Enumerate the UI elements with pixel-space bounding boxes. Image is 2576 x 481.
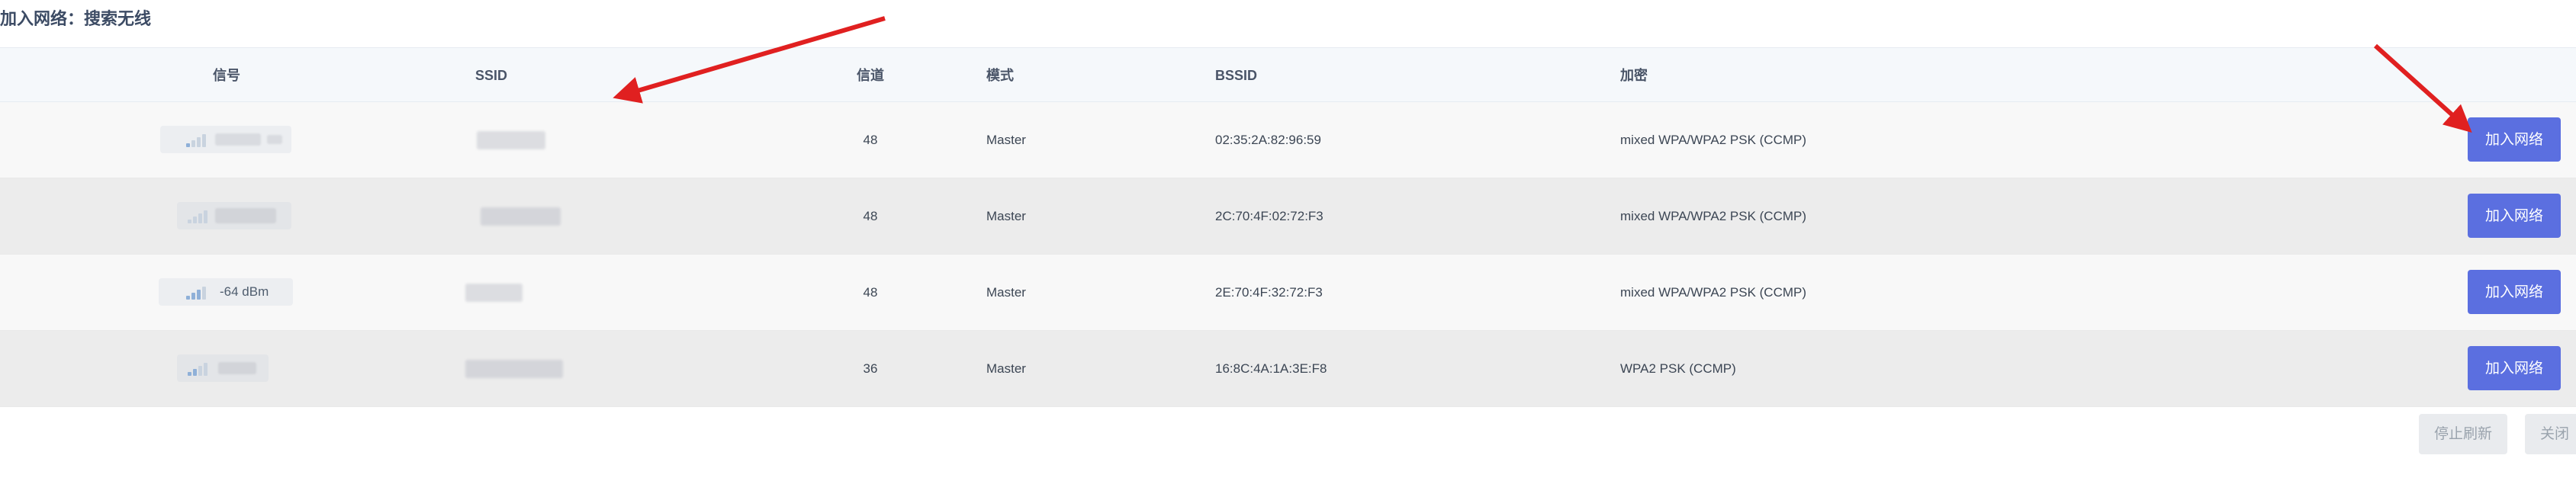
bssid-value: 2E:70:4F:32:72:F3 — [1215, 285, 1323, 300]
mode-value: Master — [986, 209, 1026, 223]
table-row: -64 dBm 48 Master 2E:70:4F:32:72:F3 mixe… — [0, 255, 2576, 331]
column-header-bssid: BSSID — [1215, 68, 1258, 83]
table-header: 信号 SSID 信道 模式 BSSID 加密 — [0, 47, 2576, 102]
signal-strength-text: -64 dBm — [220, 284, 269, 299]
mode-value: Master — [986, 133, 1026, 147]
column-header-signal: 信号 — [213, 68, 240, 83]
signal-bars-icon — [186, 284, 209, 300]
table-row: 48 Master 02:35:2A:82:96:59 mixed WPA/WP… — [0, 102, 2576, 178]
join-network-button[interactable]: 加入网络 — [2468, 117, 2561, 162]
bssid-value: 02:35:2A:82:96:59 — [1215, 133, 1321, 147]
table-row: 48 Master 2C:70:4F:02:72:F3 mixed WPA/WP… — [0, 178, 2576, 255]
channel-value: 48 — [863, 209, 878, 223]
page-title: 加入网络：搜索无线 — [0, 9, 152, 28]
signal-indicator — [177, 202, 291, 229]
ssid-value — [477, 131, 545, 149]
wireless-scan-table: 信号 SSID 信道 模式 BSSID 加密 48 Master 02:35:2… — [0, 47, 2576, 407]
ssid-value — [465, 284, 523, 302]
channel-value: 36 — [863, 361, 878, 376]
signal-indicator — [160, 126, 291, 153]
column-header-encryption: 加密 — [1620, 68, 1648, 83]
ssid-value — [465, 360, 563, 378]
signal-bars-icon — [188, 361, 211, 376]
bssid-value: 16:8C:4A:1A:3E:F8 — [1215, 361, 1327, 376]
stop-refresh-button[interactable]: 停止刷新 — [2419, 414, 2508, 454]
encryption-value: WPA2 PSK (CCMP) — [1620, 361, 1736, 376]
join-network-button[interactable]: 加入网络 — [2468, 270, 2561, 314]
signal-indicator: -64 dBm — [159, 278, 293, 306]
mode-value: Master — [986, 361, 1026, 376]
close-button[interactable]: 关闭 — [2525, 414, 2576, 454]
signal-bars-icon — [188, 208, 211, 223]
column-header-ssid: SSID — [475, 68, 508, 83]
encryption-value: mixed WPA/WPA2 PSK (CCMP) — [1620, 285, 1807, 300]
signal-indicator — [177, 354, 269, 382]
signal-bars-icon — [186, 132, 209, 147]
channel-value: 48 — [863, 285, 878, 300]
column-header-channel: 信道 — [857, 68, 884, 83]
encryption-value: mixed WPA/WPA2 PSK (CCMP) — [1620, 133, 1807, 147]
join-network-button[interactable]: 加入网络 — [2468, 346, 2561, 390]
join-network-button[interactable]: 加入网络 — [2468, 194, 2561, 238]
channel-value: 48 — [863, 133, 878, 147]
encryption-value: mixed WPA/WPA2 PSK (CCMP) — [1620, 209, 1807, 223]
table-row: 36 Master 16:8C:4A:1A:3E:F8 WPA2 PSK (CC… — [0, 331, 2576, 407]
bssid-value: 2C:70:4F:02:72:F3 — [1215, 209, 1323, 223]
ssid-value — [481, 207, 561, 226]
column-header-mode: 模式 — [986, 68, 1014, 83]
mode-value: Master — [986, 285, 1026, 300]
